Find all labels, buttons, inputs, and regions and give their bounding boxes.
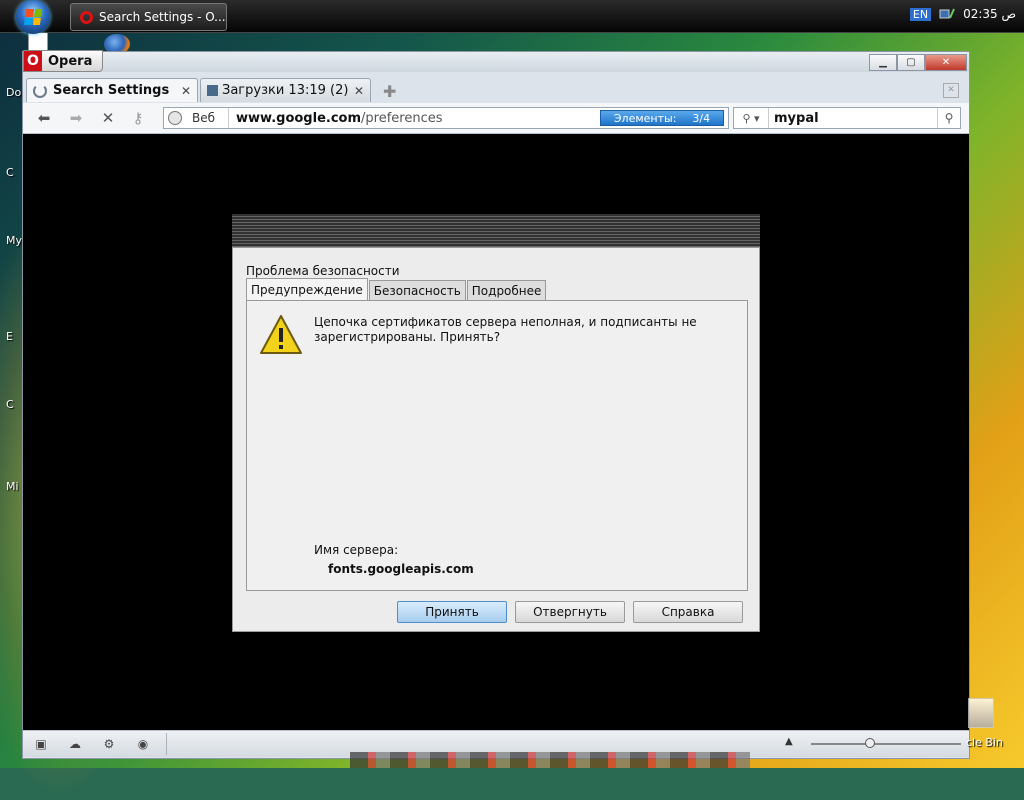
desktop-icon-label[interactable]: E bbox=[6, 330, 13, 343]
address-scheme-label: Веб bbox=[192, 111, 216, 125]
search-icon[interactable]: ⚲ bbox=[937, 108, 960, 128]
desktop-icon-label[interactable]: C bbox=[6, 166, 14, 179]
desktop-icon-label[interactable]: C bbox=[6, 398, 14, 411]
search-input[interactable]: mypal bbox=[774, 111, 819, 126]
panel-toggle-icon[interactable]: ▣ bbox=[33, 737, 49, 751]
dialog-shadow-header bbox=[232, 214, 760, 250]
back-arrow-icon[interactable]: ⬅ bbox=[33, 108, 55, 128]
tab-search-settings[interactable]: Search Settings ✕ bbox=[26, 78, 198, 102]
security-dialog: Проблема безопасности Предупреждение Без… bbox=[232, 247, 760, 632]
tab-bar: Search Settings ✕ Загрузки 13:19 (2) ✕ ✚… bbox=[23, 78, 969, 103]
opera-unite-cloud-icon[interactable]: ☁ bbox=[67, 737, 83, 751]
tab-close-icon[interactable]: ✕ bbox=[181, 84, 191, 98]
dock-bar bbox=[350, 752, 750, 768]
taskbar: Search Settings - O... EN 02:35 ص bbox=[0, 0, 1024, 34]
system-tray: EN 02:35 ص bbox=[909, 7, 1016, 21]
address-separator bbox=[228, 108, 229, 128]
dialog-message: Цепочка сертификатов сервера неполная, и… bbox=[314, 315, 697, 344]
opera-menu-button[interactable]: O Opera bbox=[23, 50, 103, 72]
start-button[interactable] bbox=[16, 0, 50, 34]
address-bar[interactable]: Веб www.google.com/preferences Элементы:… bbox=[163, 107, 729, 129]
server-name-value: fonts.googleapis.com bbox=[328, 562, 474, 576]
progress-label: Элементы: bbox=[613, 111, 677, 125]
zoom-slider-thumb[interactable] bbox=[865, 738, 875, 748]
clock[interactable]: 02:35 ص bbox=[963, 7, 1016, 21]
zoom-menu-icon[interactable]: ▲ bbox=[785, 736, 793, 747]
zoom-slider-track[interactable] bbox=[811, 743, 961, 745]
tab-label: Search Settings bbox=[53, 83, 170, 98]
accept-button[interactable]: Принять bbox=[397, 601, 507, 623]
status-separator bbox=[166, 733, 167, 755]
navigation-toolbar: ⬅ ➡ ✕ ⚷ Веб www.google.com/preferences Э… bbox=[23, 103, 969, 134]
desktop-icon-label[interactable]: Mi bbox=[6, 480, 19, 493]
server-name-label: Имя сервера: bbox=[314, 543, 399, 557]
dialog-tabs: Предупреждение Безопасность Подробнее bbox=[246, 278, 547, 300]
tab-warning[interactable]: Предупреждение bbox=[246, 278, 368, 300]
stop-icon[interactable]: ✕ bbox=[97, 108, 119, 128]
new-tab-plus-icon[interactable]: ✚ bbox=[383, 82, 396, 101]
opera-logo-icon: O bbox=[24, 51, 42, 71]
dialog-panel: Цепочка сертификатов сервера неполная, и… bbox=[246, 300, 748, 591]
minimize-button[interactable]: ▁ bbox=[869, 54, 897, 71]
turbo-icon[interactable]: ◉ bbox=[135, 737, 151, 751]
window-close-button[interactable]: ✕ bbox=[925, 54, 967, 71]
tab-downloads[interactable]: Загрузки 13:19 (2) ✕ bbox=[200, 78, 371, 102]
opera-menu-label: Opera bbox=[48, 53, 93, 69]
address-url[interactable]: www.google.com/preferences bbox=[236, 111, 443, 126]
loading-spinner-icon bbox=[33, 83, 47, 98]
globe-icon bbox=[168, 111, 182, 125]
forward-arrow-icon[interactable]: ➡ bbox=[65, 108, 87, 128]
search-engine-dropdown[interactable]: ⚲ ▾ bbox=[734, 108, 769, 128]
closed-tabs-trash-icon[interactable]: ✕ bbox=[943, 83, 959, 98]
download-icon bbox=[207, 85, 218, 96]
opera-window: O Opera ▁ ▢ ✕ Search Settings ✕ Загрузки… bbox=[22, 50, 970, 759]
opera-link-icon[interactable]: ⚙ bbox=[101, 737, 117, 751]
dialog-title: Проблема безопасности bbox=[246, 264, 400, 278]
url-domain: www.google.com bbox=[236, 111, 362, 126]
taskbar-opera-button[interactable]: Search Settings - O... bbox=[70, 3, 227, 31]
key-icon[interactable]: ⚷ bbox=[127, 108, 149, 128]
tab-security[interactable]: Безопасность bbox=[368, 280, 466, 300]
network-icon[interactable] bbox=[939, 7, 955, 21]
opera-icon bbox=[80, 10, 93, 24]
tab-details[interactable]: Подробнее bbox=[466, 280, 547, 300]
help-button[interactable]: Справка bbox=[633, 601, 743, 623]
desktop-icon-label[interactable]: Do bbox=[6, 86, 21, 99]
search-box[interactable]: ⚲ ▾ mypal ⚲ bbox=[733, 107, 961, 129]
page-load-progress: Элементы: 3/4 bbox=[600, 110, 724, 126]
url-path: /preferences bbox=[361, 111, 443, 126]
reject-button[interactable]: Отвергнуть bbox=[515, 601, 625, 623]
window-controls: ▁ ▢ ✕ bbox=[869, 54, 967, 71]
desktop-icon-label[interactable]: My bbox=[6, 234, 22, 247]
page-content: Проблема безопасности Предупреждение Без… bbox=[23, 134, 969, 730]
recycle-bin-icon[interactable] bbox=[968, 698, 994, 728]
recycle-bin-label[interactable]: cle Bin bbox=[966, 736, 1003, 749]
tab-label: Загрузки 13:19 (2) bbox=[222, 83, 349, 98]
language-indicator[interactable]: EN bbox=[909, 7, 932, 21]
taskbar-opera-title: Search Settings - O... bbox=[99, 10, 226, 24]
window-titlebar[interactable]: O Opera ▁ ▢ ✕ bbox=[23, 50, 969, 72]
progress-value: 3/4 bbox=[692, 111, 711, 125]
maximize-button[interactable]: ▢ bbox=[897, 54, 925, 71]
tab-close-icon[interactable]: ✕ bbox=[354, 84, 364, 98]
windows-logo-icon bbox=[23, 9, 43, 25]
warning-icon bbox=[260, 315, 302, 354]
